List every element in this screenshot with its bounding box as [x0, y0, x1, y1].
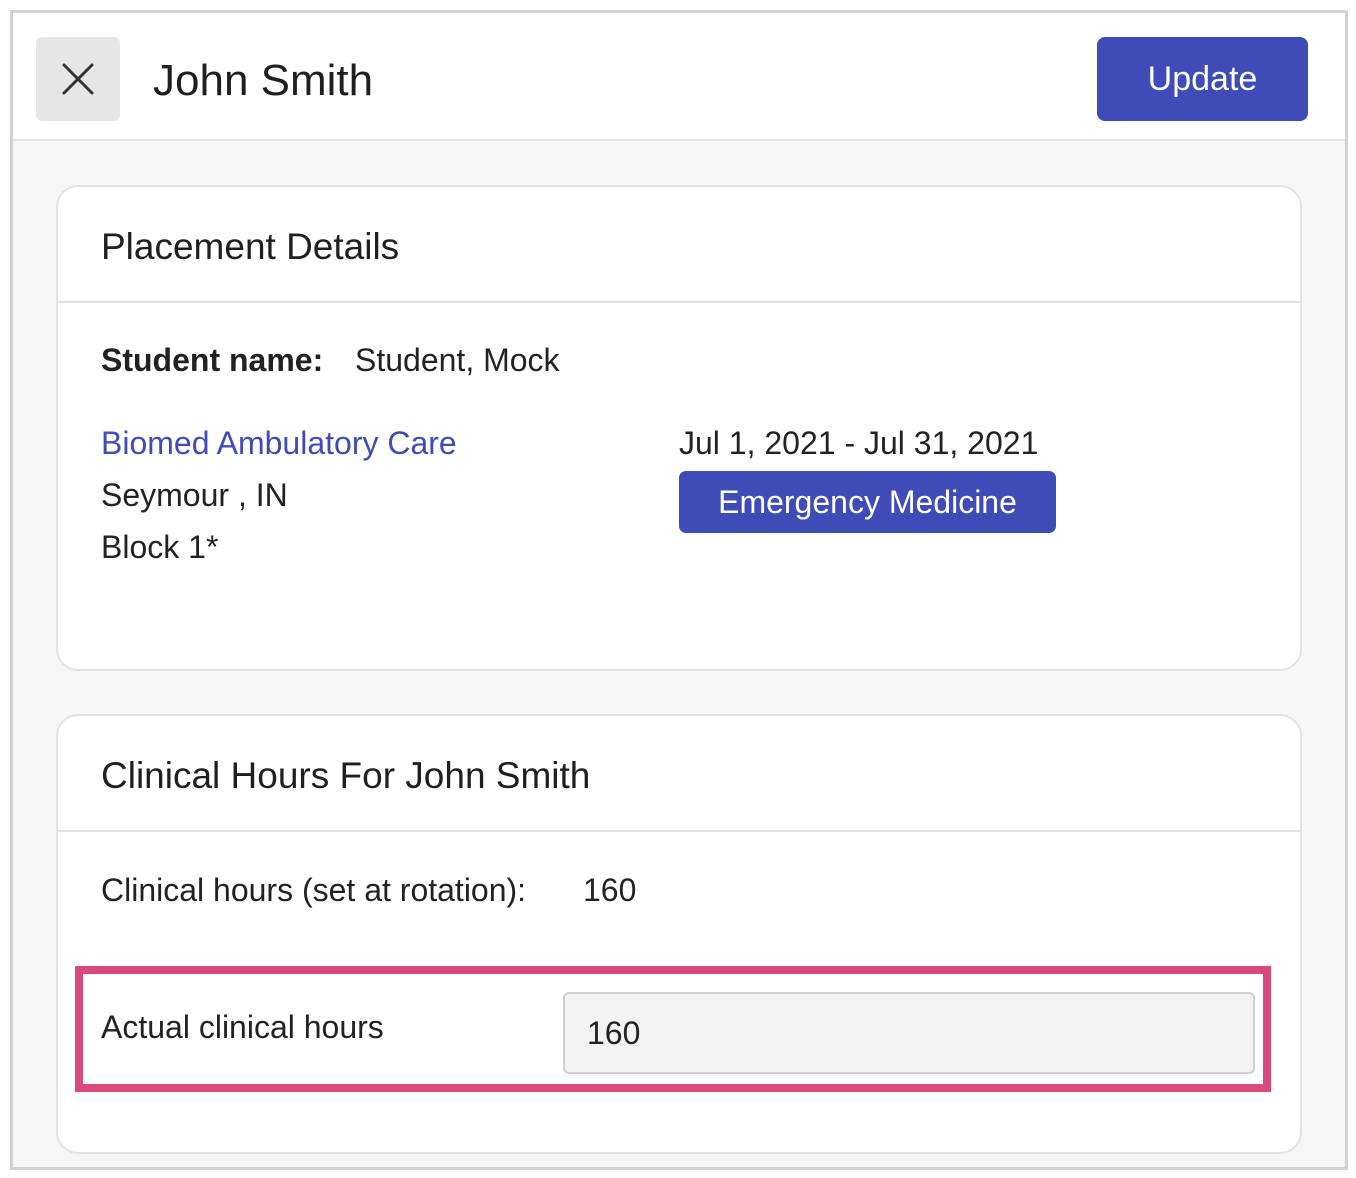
- date-range: Jul 1, 2021 - Jul 31, 2021: [679, 425, 1039, 461]
- update-button[interactable]: Update: [1097, 37, 1308, 121]
- close-icon: [62, 63, 94, 95]
- clinical-hours-title: Clinical Hours For John Smith: [101, 755, 591, 796]
- site-name-link[interactable]: Biomed Ambulatory Care: [101, 423, 457, 463]
- modal-frame: John Smith Update Placement Details Stud…: [10, 10, 1348, 1170]
- block-label: Block 1*: [101, 529, 219, 565]
- actual-hours-label: Actual clinical hours: [101, 1009, 384, 1045]
- actual-hours-input[interactable]: [563, 992, 1255, 1074]
- site-location: Seymour , IN: [101, 477, 288, 513]
- student-name-label: Student name:: [101, 342, 324, 378]
- clinical-hours-card: Clinical Hours For John Smith Clinical h…: [56, 714, 1302, 1154]
- placement-details-card: Placement Details Student name: Student,…: [56, 185, 1302, 671]
- placement-details-title: Placement Details: [101, 226, 400, 267]
- page-title: John Smith: [153, 56, 374, 105]
- set-hours-value: 160: [583, 872, 637, 908]
- card-divider: [58, 301, 1300, 303]
- close-button[interactable]: [36, 37, 120, 121]
- specialty-badge: Emergency Medicine: [679, 471, 1056, 533]
- card-divider: [58, 830, 1300, 832]
- student-name-value: Student, Mock: [355, 342, 560, 378]
- set-hours-label: Clinical hours (set at rotation):: [101, 872, 527, 908]
- modal-header: John Smith Update: [13, 13, 1345, 141]
